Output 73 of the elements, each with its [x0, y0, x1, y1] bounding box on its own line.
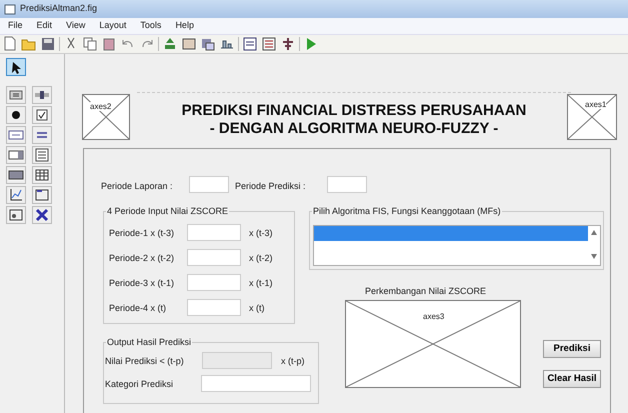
align-icon[interactable] [162, 36, 178, 52]
push-button[interactable]: Clear Hasil [543, 370, 601, 388]
browser-icon[interactable] [280, 36, 296, 52]
activex-tool[interactable] [32, 206, 52, 224]
popup-menu-tool[interactable] [6, 146, 26, 164]
activex-icon [34, 207, 50, 223]
input-field[interactable] [187, 224, 241, 241]
chart-title: Perkembangan Nilai ZSCORE [365, 285, 486, 298]
save-icon[interactable] [40, 36, 56, 52]
heading-line: - DENGAN ALGORITMA NEURO-FUZZY - [208, 120, 500, 138]
heading-line: PREDIKSI FINANCIAL DISTRESS PERUSAHAAN [180, 102, 528, 120]
field-label: Nilai Prediksi < (t-p) [105, 355, 184, 368]
menu-item[interactable]: Help [175, 19, 194, 33]
unit-label: x (t) [249, 302, 264, 315]
copy-icon[interactable] [82, 36, 98, 52]
listbox-icon [34, 147, 50, 163]
axes-icon [8, 187, 24, 203]
input-field[interactable] [187, 299, 241, 316]
table-icon [34, 167, 50, 183]
radio-tool[interactable] [6, 106, 26, 124]
input-field[interactable] [201, 375, 311, 392]
static-text-tool[interactable] [32, 126, 52, 144]
field-label: Periode Prediksi : [235, 180, 306, 193]
panel-icon [34, 187, 50, 203]
panel-title: Pilih Algoritma FIS, Fungsi Keanggotaan (MFs) [312, 205, 502, 218]
panel-tool[interactable] [32, 186, 52, 204]
unit-label: x (t-p) [281, 355, 304, 368]
editor-icon[interactable] [242, 36, 258, 52]
push-button[interactable]: Prediksi [543, 340, 601, 358]
unit-label: x (t-3) [249, 227, 272, 240]
menu-editor-icon[interactable] [181, 36, 197, 52]
menu-item[interactable]: File [8, 19, 23, 33]
input-field[interactable] [187, 274, 241, 291]
panel-title: 4 Periode Input Nilai ZSCORE [106, 205, 230, 218]
input-field[interactable] [187, 249, 241, 266]
field-label: Kategori Prediksi [105, 378, 174, 391]
menu-item[interactable]: Tools [140, 19, 162, 33]
pushbutton-tool[interactable] [6, 86, 26, 104]
axes-label: axes3 [423, 312, 444, 321]
input-field[interactable] [327, 176, 367, 193]
button-group-tool[interactable] [6, 206, 26, 224]
field-label: Periode-4 x (t) [109, 302, 166, 315]
listbox-tool[interactable] [32, 146, 52, 164]
unit-label: x (t-2) [249, 252, 272, 265]
input-field[interactable] [189, 176, 229, 193]
axes-label: axes2 [90, 102, 112, 111]
slider-tool[interactable] [32, 86, 52, 104]
field-label: Periode-1 x (t-3) [109, 227, 174, 240]
field-label: Periode-2 x (t-2) [109, 252, 174, 265]
inspector-icon[interactable] [261, 36, 277, 52]
pointer-tool[interactable] [6, 58, 26, 76]
unit-label: x (t-1) [249, 277, 272, 290]
button-group-icon [8, 207, 24, 223]
listbox[interactable] [313, 225, 601, 266]
table-tool[interactable] [32, 166, 52, 184]
menu-item[interactable]: Edit [36, 19, 52, 33]
checkbox-tool[interactable] [32, 106, 52, 124]
edit-text-tool[interactable] [6, 126, 26, 144]
menu-item[interactable]: View [66, 19, 86, 33]
paste-icon[interactable] [101, 36, 117, 52]
axes-label: axes1 [585, 100, 606, 109]
field-label: Periode-3 x (t-1) [109, 277, 174, 290]
scroll-up-icon[interactable] [591, 230, 597, 235]
figure-icon [4, 4, 16, 14]
checkbox-icon [34, 107, 50, 123]
axes-tool[interactable] [6, 186, 26, 204]
tab-order-icon[interactable] [200, 36, 216, 52]
scroll-down-icon[interactable] [591, 254, 597, 259]
field-label: Periode Laporan : [101, 180, 173, 193]
window-title: PrediksiAltman2.fig [20, 2, 98, 16]
toggle-tool[interactable] [6, 166, 26, 184]
panel-title: Output Hasil Prediksi [106, 336, 192, 350]
menu-item[interactable]: Layout [99, 19, 126, 33]
